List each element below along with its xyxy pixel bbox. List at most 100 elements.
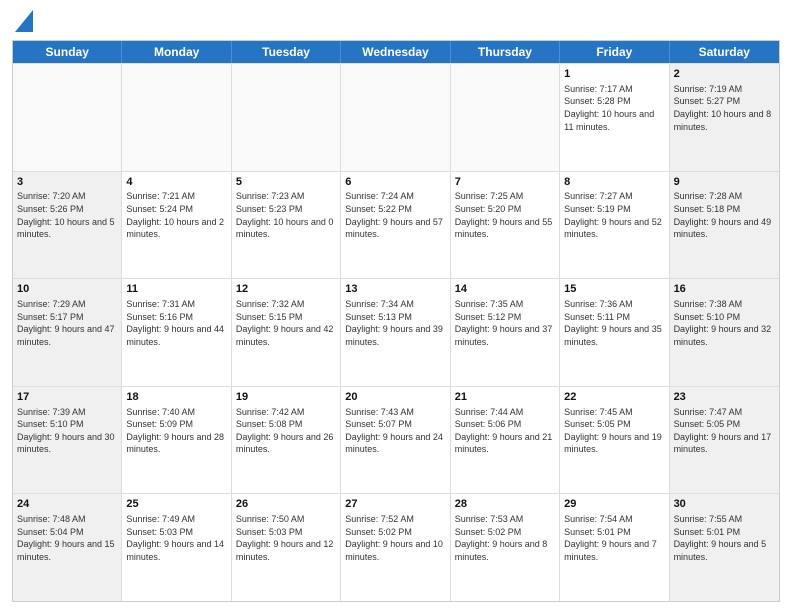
day-number: 20	[345, 390, 445, 405]
calendar-row-3: 10Sunrise: 7:29 AM Sunset: 5:17 PM Dayli…	[13, 278, 779, 386]
header-day-sunday: Sunday	[13, 41, 122, 63]
calendar-day-16: 16Sunrise: 7:38 AM Sunset: 5:10 PM Dayli…	[670, 279, 779, 386]
calendar-day-23: 23Sunrise: 7:47 AM Sunset: 5:05 PM Dayli…	[670, 387, 779, 494]
day-number: 5	[236, 175, 336, 190]
calendar-day-9: 9Sunrise: 7:28 AM Sunset: 5:18 PM Daylig…	[670, 172, 779, 279]
calendar-day-4: 4Sunrise: 7:21 AM Sunset: 5:24 PM Daylig…	[122, 172, 231, 279]
day-info: Sunrise: 7:36 AM Sunset: 5:11 PM Dayligh…	[564, 298, 664, 348]
calendar-body: 1Sunrise: 7:17 AM Sunset: 5:28 PM Daylig…	[13, 63, 779, 601]
day-number: 8	[564, 175, 664, 190]
header-day-saturday: Saturday	[670, 41, 779, 63]
calendar-day-25: 25Sunrise: 7:49 AM Sunset: 5:03 PM Dayli…	[122, 494, 231, 601]
calendar-row-2: 3Sunrise: 7:20 AM Sunset: 5:26 PM Daylig…	[13, 171, 779, 279]
day-number: 7	[455, 175, 555, 190]
logo	[12, 10, 33, 32]
calendar-day-29: 29Sunrise: 7:54 AM Sunset: 5:01 PM Dayli…	[560, 494, 669, 601]
day-info: Sunrise: 7:47 AM Sunset: 5:05 PM Dayligh…	[674, 406, 775, 456]
day-number: 17	[17, 390, 117, 405]
day-info: Sunrise: 7:52 AM Sunset: 5:02 PM Dayligh…	[345, 513, 445, 563]
day-info: Sunrise: 7:54 AM Sunset: 5:01 PM Dayligh…	[564, 513, 664, 563]
day-number: 27	[345, 497, 445, 512]
day-number: 2	[674, 67, 775, 82]
calendar-day-8: 8Sunrise: 7:27 AM Sunset: 5:19 PM Daylig…	[560, 172, 669, 279]
calendar-day-24: 24Sunrise: 7:48 AM Sunset: 5:04 PM Dayli…	[13, 494, 122, 601]
day-info: Sunrise: 7:35 AM Sunset: 5:12 PM Dayligh…	[455, 298, 555, 348]
calendar-day-27: 27Sunrise: 7:52 AM Sunset: 5:02 PM Dayli…	[341, 494, 450, 601]
day-info: Sunrise: 7:23 AM Sunset: 5:23 PM Dayligh…	[236, 190, 336, 240]
calendar-day-3: 3Sunrise: 7:20 AM Sunset: 5:26 PM Daylig…	[13, 172, 122, 279]
day-info: Sunrise: 7:45 AM Sunset: 5:05 PM Dayligh…	[564, 406, 664, 456]
calendar-day-empty	[122, 64, 231, 171]
calendar-day-empty	[232, 64, 341, 171]
calendar-day-22: 22Sunrise: 7:45 AM Sunset: 5:05 PM Dayli…	[560, 387, 669, 494]
day-info: Sunrise: 7:28 AM Sunset: 5:18 PM Dayligh…	[674, 190, 775, 240]
day-number: 23	[674, 390, 775, 405]
calendar-day-26: 26Sunrise: 7:50 AM Sunset: 5:03 PM Dayli…	[232, 494, 341, 601]
day-info: Sunrise: 7:34 AM Sunset: 5:13 PM Dayligh…	[345, 298, 445, 348]
calendar-day-30: 30Sunrise: 7:55 AM Sunset: 5:01 PM Dayli…	[670, 494, 779, 601]
calendar-row-4: 17Sunrise: 7:39 AM Sunset: 5:10 PM Dayli…	[13, 386, 779, 494]
day-info: Sunrise: 7:42 AM Sunset: 5:08 PM Dayligh…	[236, 406, 336, 456]
calendar: SundayMondayTuesdayWednesdayThursdayFrid…	[12, 40, 780, 602]
calendar-day-13: 13Sunrise: 7:34 AM Sunset: 5:13 PM Dayli…	[341, 279, 450, 386]
calendar-day-15: 15Sunrise: 7:36 AM Sunset: 5:11 PM Dayli…	[560, 279, 669, 386]
day-info: Sunrise: 7:17 AM Sunset: 5:28 PM Dayligh…	[564, 83, 664, 133]
day-info: Sunrise: 7:21 AM Sunset: 5:24 PM Dayligh…	[126, 190, 226, 240]
day-number: 15	[564, 282, 664, 297]
day-info: Sunrise: 7:27 AM Sunset: 5:19 PM Dayligh…	[564, 190, 664, 240]
logo-icon	[15, 10, 33, 32]
day-number: 29	[564, 497, 664, 512]
day-info: Sunrise: 7:24 AM Sunset: 5:22 PM Dayligh…	[345, 190, 445, 240]
calendar-header: SundayMondayTuesdayWednesdayThursdayFrid…	[13, 41, 779, 63]
calendar-day-11: 11Sunrise: 7:31 AM Sunset: 5:16 PM Dayli…	[122, 279, 231, 386]
header-day-thursday: Thursday	[451, 41, 560, 63]
day-info: Sunrise: 7:44 AM Sunset: 5:06 PM Dayligh…	[455, 406, 555, 456]
calendar-day-21: 21Sunrise: 7:44 AM Sunset: 5:06 PM Dayli…	[451, 387, 560, 494]
day-number: 28	[455, 497, 555, 512]
day-info: Sunrise: 7:25 AM Sunset: 5:20 PM Dayligh…	[455, 190, 555, 240]
calendar-day-18: 18Sunrise: 7:40 AM Sunset: 5:09 PM Dayli…	[122, 387, 231, 494]
header-day-friday: Friday	[560, 41, 669, 63]
day-number: 21	[455, 390, 555, 405]
calendar-day-17: 17Sunrise: 7:39 AM Sunset: 5:10 PM Dayli…	[13, 387, 122, 494]
calendar-day-empty	[451, 64, 560, 171]
header-day-monday: Monday	[122, 41, 231, 63]
day-number: 30	[674, 497, 775, 512]
day-info: Sunrise: 7:39 AM Sunset: 5:10 PM Dayligh…	[17, 406, 117, 456]
calendar-day-28: 28Sunrise: 7:53 AM Sunset: 5:02 PM Dayli…	[451, 494, 560, 601]
page-header	[12, 10, 780, 32]
day-number: 10	[17, 282, 117, 297]
day-number: 6	[345, 175, 445, 190]
day-number: 1	[564, 67, 664, 82]
day-number: 14	[455, 282, 555, 297]
day-info: Sunrise: 7:43 AM Sunset: 5:07 PM Dayligh…	[345, 406, 445, 456]
day-number: 16	[674, 282, 775, 297]
calendar-day-1: 1Sunrise: 7:17 AM Sunset: 5:28 PM Daylig…	[560, 64, 669, 171]
day-number: 26	[236, 497, 336, 512]
day-info: Sunrise: 7:50 AM Sunset: 5:03 PM Dayligh…	[236, 513, 336, 563]
day-info: Sunrise: 7:20 AM Sunset: 5:26 PM Dayligh…	[17, 190, 117, 240]
day-info: Sunrise: 7:53 AM Sunset: 5:02 PM Dayligh…	[455, 513, 555, 563]
day-number: 3	[17, 175, 117, 190]
calendar-day-empty	[341, 64, 450, 171]
day-number: 19	[236, 390, 336, 405]
day-number: 11	[126, 282, 226, 297]
calendar-day-12: 12Sunrise: 7:32 AM Sunset: 5:15 PM Dayli…	[232, 279, 341, 386]
calendar-day-7: 7Sunrise: 7:25 AM Sunset: 5:20 PM Daylig…	[451, 172, 560, 279]
day-number: 18	[126, 390, 226, 405]
header-day-tuesday: Tuesday	[232, 41, 341, 63]
calendar-day-14: 14Sunrise: 7:35 AM Sunset: 5:12 PM Dayli…	[451, 279, 560, 386]
day-number: 25	[126, 497, 226, 512]
calendar-day-2: 2Sunrise: 7:19 AM Sunset: 5:27 PM Daylig…	[670, 64, 779, 171]
day-info: Sunrise: 7:48 AM Sunset: 5:04 PM Dayligh…	[17, 513, 117, 563]
day-number: 22	[564, 390, 664, 405]
day-number: 12	[236, 282, 336, 297]
calendar-day-10: 10Sunrise: 7:29 AM Sunset: 5:17 PM Dayli…	[13, 279, 122, 386]
day-info: Sunrise: 7:38 AM Sunset: 5:10 PM Dayligh…	[674, 298, 775, 348]
calendar-row-1: 1Sunrise: 7:17 AM Sunset: 5:28 PM Daylig…	[13, 63, 779, 171]
day-info: Sunrise: 7:49 AM Sunset: 5:03 PM Dayligh…	[126, 513, 226, 563]
calendar-day-20: 20Sunrise: 7:43 AM Sunset: 5:07 PM Dayli…	[341, 387, 450, 494]
day-info: Sunrise: 7:19 AM Sunset: 5:27 PM Dayligh…	[674, 83, 775, 133]
day-info: Sunrise: 7:55 AM Sunset: 5:01 PM Dayligh…	[674, 513, 775, 563]
day-info: Sunrise: 7:32 AM Sunset: 5:15 PM Dayligh…	[236, 298, 336, 348]
